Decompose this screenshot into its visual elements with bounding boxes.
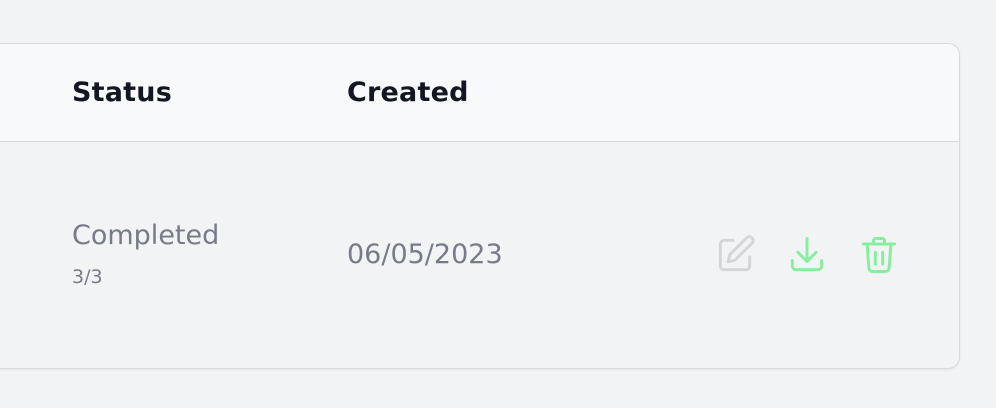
trash-icon (861, 237, 897, 273)
table-row: Completed 3/3 06/05/2023 (0, 142, 959, 368)
table-header: Status Created (0, 44, 959, 142)
status-progress: 3/3 (72, 266, 103, 288)
download-icon (790, 237, 824, 272)
delete-button[interactable] (857, 233, 901, 277)
status-value: Completed (72, 220, 220, 251)
column-header-status[interactable]: Status (72, 77, 172, 108)
edit-icon (718, 235, 755, 272)
edit-button[interactable] (713, 233, 757, 277)
download-button[interactable] (785, 233, 829, 277)
jobs-table-card: Status Created Completed 3/3 06/05/2023 (0, 43, 960, 369)
created-date: 06/05/2023 (347, 239, 503, 270)
column-header-created[interactable]: Created (347, 77, 469, 108)
